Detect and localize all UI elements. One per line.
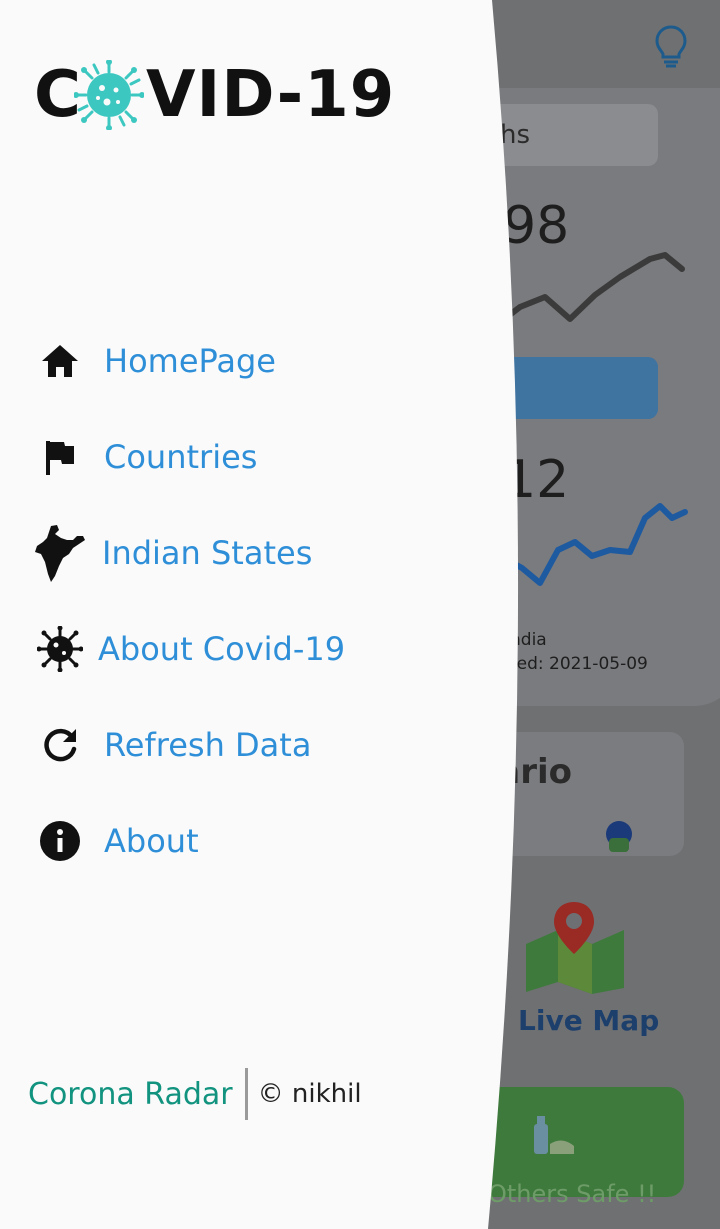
menu-item-about[interactable]: About — [30, 811, 199, 871]
menu-label-countries: Countries — [104, 438, 258, 476]
footer-divider — [244, 1068, 248, 1120]
virus-logo-icon — [74, 60, 144, 130]
navigation-drawer: C VID-19 HomePage Countries Indian State… — [0, 0, 720, 1229]
home-icon — [30, 331, 90, 391]
refresh-icon — [30, 715, 90, 775]
menu-item-refresh-data[interactable]: Refresh Data — [30, 715, 311, 775]
india-map-icon — [30, 523, 90, 583]
menu-label-refresh-data: Refresh Data — [104, 726, 312, 764]
menu-label-about: About — [104, 822, 199, 860]
drawer-panel — [0, 0, 519, 1229]
menu-label-indian-states: Indian States — [102, 534, 313, 572]
menu-label-about-covid: About Covid-19 — [98, 630, 346, 668]
footer-copyright: © nikhil — [257, 1079, 362, 1109]
menu-item-indian-states[interactable]: Indian States — [30, 523, 312, 583]
virus-icon — [30, 619, 90, 679]
menu-item-homepage[interactable]: HomePage — [30, 331, 276, 391]
footer-brand: Corona Radar — [28, 1076, 233, 1112]
drawer-footer: Corona Radar © nikhil — [28, 1068, 362, 1120]
menu-label-homepage: HomePage — [104, 342, 276, 380]
info-icon — [30, 811, 90, 871]
menu-item-countries[interactable]: Countries — [30, 427, 257, 487]
menu-item-about-covid[interactable]: About Covid-19 — [30, 619, 345, 679]
flag-icon — [30, 427, 90, 487]
logo-suffix: VID-19 — [146, 58, 396, 132]
